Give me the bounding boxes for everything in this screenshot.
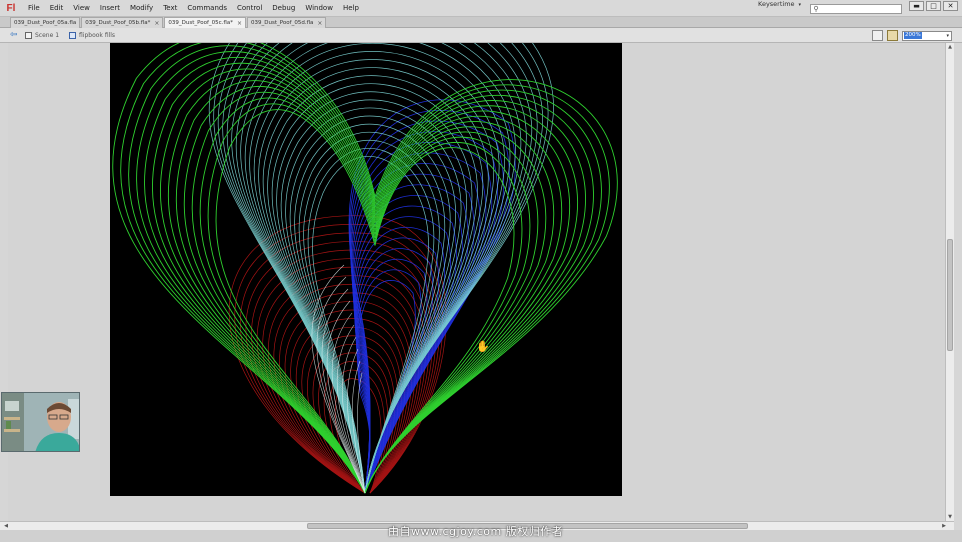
menu-control[interactable]: Control: [232, 0, 267, 17]
tab-close-icon[interactable]: ×: [317, 20, 322, 27]
scroll-down-icon[interactable]: ▼: [946, 513, 954, 521]
flash-logo-icon: Fl: [6, 3, 16, 14]
tab-label: 039_Dust_Poof_05a.fla: [14, 20, 77, 26]
tab-close-icon[interactable]: ×: [237, 20, 242, 27]
chevron-down-icon: ▾: [946, 32, 949, 39]
cyan-curve: [208, 43, 554, 494]
breadcrumb-symbol[interactable]: flipbook fills: [69, 32, 115, 39]
tab-label: 039_Dust_Poof_05d.fla: [251, 20, 314, 26]
cyan-curve: [235, 43, 522, 494]
edit-symbols-icon[interactable]: [887, 30, 898, 41]
minimize-button[interactable]: ▬: [909, 1, 924, 11]
cyan-curves: [208, 43, 554, 494]
watermark-text: 由自www.cgjoy.com 版权归作者: [388, 525, 564, 538]
menu-edit[interactable]: Edit: [45, 0, 69, 17]
document-tabs: 039_Dust_Poof_05a.fla 039_Dust_Poof_05b.…: [0, 17, 962, 28]
window-controls: ▬ □ ✕: [909, 1, 958, 11]
blue-curve: [348, 99, 516, 494]
tab-dust-poof-05a[interactable]: 039_Dust_Poof_05a.fla: [10, 17, 81, 28]
scene-icon: [25, 32, 32, 39]
menu-help[interactable]: Help: [338, 0, 364, 17]
menu-window[interactable]: Window: [300, 0, 338, 17]
back-arrow-icon[interactable]: ⇦: [10, 31, 20, 40]
breadcrumb-scene[interactable]: Scene 1: [25, 32, 59, 39]
search-box[interactable]: ⚲: [810, 4, 902, 14]
blue-curve: [349, 110, 510, 494]
breadcrumb: Scene 1 flipbook fills: [25, 28, 115, 43]
cyan-curve: [285, 107, 462, 494]
menu-modify[interactable]: Modify: [125, 0, 158, 17]
menu-commands[interactable]: Commands: [182, 0, 232, 17]
menu-items: File Edit View Insert Modify Text Comman…: [23, 0, 364, 17]
edit-bar: ⇦ Scene 1 flipbook fills 200% ▾: [0, 28, 962, 43]
zoom-value: 200%: [904, 32, 922, 39]
menu-text[interactable]: Text: [158, 0, 182, 17]
menu-view[interactable]: View: [68, 0, 95, 17]
cyan-curve: [217, 43, 544, 494]
close-button[interactable]: ✕: [943, 1, 958, 11]
breadcrumb-symbol-label: flipbook fills: [79, 32, 116, 39]
tab-label: 039_Dust_Poof_05b.fla*: [85, 20, 151, 26]
menu-insert[interactable]: Insert: [95, 0, 125, 17]
menu-file[interactable]: File: [23, 0, 45, 17]
presenter-video-image: [2, 393, 79, 451]
vertical-scrollbar[interactable]: ▲ ▼: [945, 43, 954, 521]
curves-artwork: [112, 43, 618, 494]
edit-scene-icon[interactable]: [872, 30, 883, 41]
hand-cursor-icon: ✋: [476, 340, 490, 353]
menu-bar: Fl File Edit View Insert Modify Text Com…: [0, 0, 962, 17]
tab-dust-poof-05d[interactable]: 039_Dust_Poof_05d.fla ×: [247, 17, 327, 28]
cyan-curve: [280, 99, 467, 494]
tab-dust-poof-05b[interactable]: 039_Dust_Poof_05b.fla* ×: [81, 17, 164, 28]
symbol-icon: [69, 32, 77, 39]
green-curve: [191, 91, 539, 494]
stage-canvas[interactable]: [110, 43, 622, 496]
blue-curves: [348, 99, 516, 494]
scroll-right-icon[interactable]: ▶: [940, 522, 948, 530]
tab-close-icon[interactable]: ×: [154, 20, 159, 27]
vertical-scroll-thumb[interactable]: [947, 239, 953, 351]
zoom-select[interactable]: 200% ▾: [902, 30, 952, 41]
workspace-switcher[interactable]: Keysertime ▾: [758, 0, 801, 17]
scroll-left-icon[interactable]: ◀: [2, 522, 10, 530]
editbar-tools: 200% ▾: [872, 30, 952, 41]
search-icon: ⚲: [813, 5, 819, 13]
breadcrumb-scene-label: Scene 1: [35, 32, 60, 39]
search-input[interactable]: [821, 5, 899, 13]
menu-debug[interactable]: Debug: [267, 0, 300, 17]
workspace-label: Keysertime: [758, 0, 795, 8]
scroll-up-icon[interactable]: ▲: [946, 43, 954, 51]
restore-button[interactable]: □: [926, 1, 941, 11]
chevron-down-icon: ▾: [798, 2, 802, 8]
tab-label: 039_Dust_Poof_05c.fla*: [168, 20, 234, 26]
webcam-overlay: [1, 392, 80, 452]
tab-dust-poof-05c[interactable]: 039_Dust_Poof_05c.fla* ×: [164, 17, 247, 28]
